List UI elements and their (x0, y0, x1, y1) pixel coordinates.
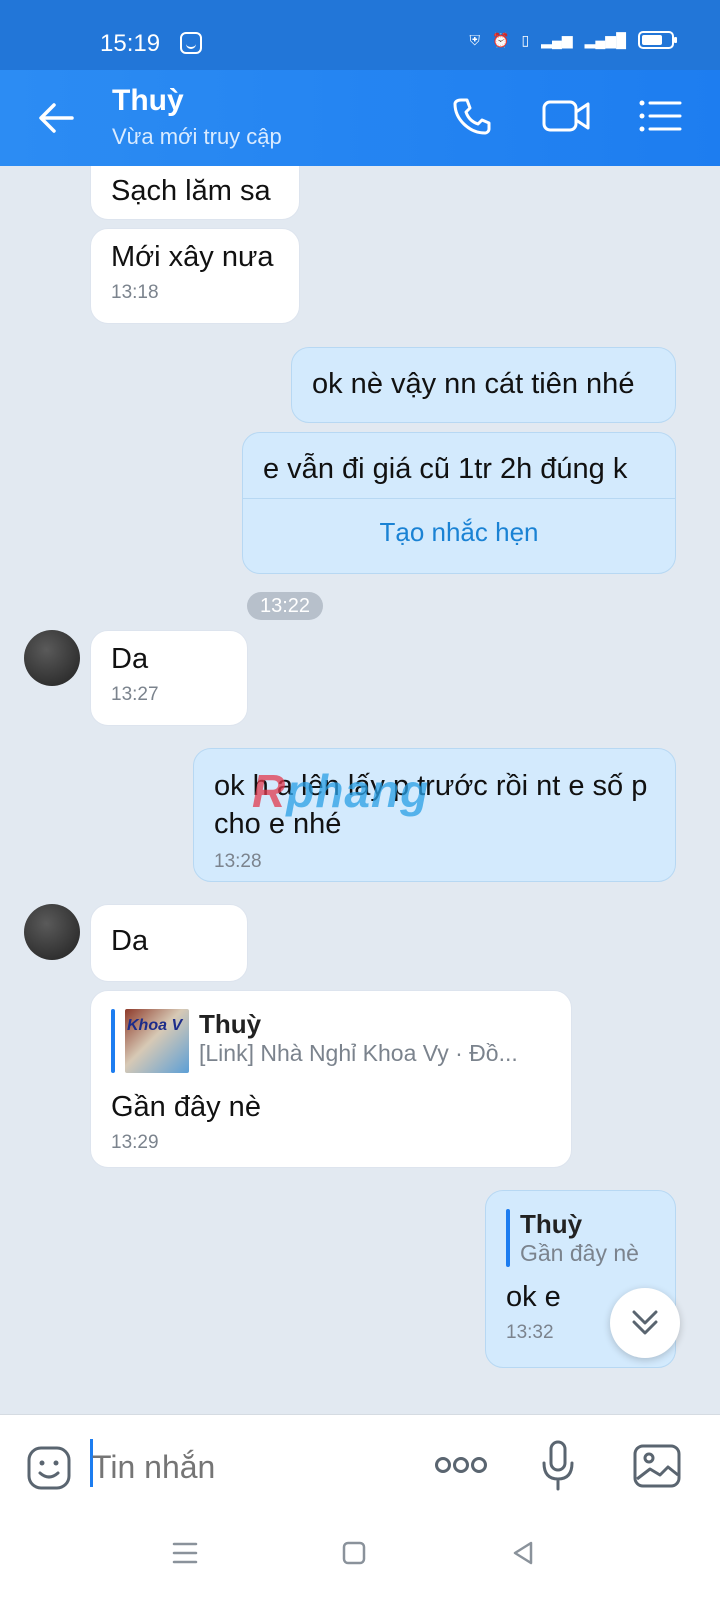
watermark-part: phang (286, 765, 430, 817)
message-incoming[interactable]: Da 13:27 (90, 630, 248, 726)
emoji-status-icon (180, 32, 202, 54)
vpn-icon: ⛨ (469, 32, 481, 48)
scroll-to-bottom-button[interactable] (610, 1288, 680, 1358)
message-incoming[interactable]: Da (90, 904, 248, 982)
gallery-image-icon[interactable] (632, 1443, 682, 1489)
quoted-message[interactable]: Khoa V Thuỳ [Link] Nhà Nghỉ Khoa Vy · Đồ… (111, 1009, 551, 1073)
quote-bar (111, 1009, 115, 1073)
message-time: 13:28 (214, 851, 262, 872)
back-arrow-icon[interactable] (36, 100, 76, 136)
home-icon[interactable] (341, 1540, 367, 1566)
message-incoming[interactable]: Sạch lăm sa (90, 166, 300, 220)
time-separator: 13:22 (247, 592, 323, 620)
quote-sender: Thuỳ (520, 1209, 583, 1239)
menu-list-icon[interactable] (638, 96, 682, 136)
status-icons: ⛨ ⏰ ▯ ▂▄▆ ▂▄▆█ (469, 31, 677, 49)
quote-text: [Link] Nhà Nghỉ Khoa Vy · Đồ... (199, 1040, 518, 1066)
status-time: 15:19 (100, 30, 161, 57)
avatar[interactable] (24, 630, 80, 686)
contact-status: Vừa mới truy cập (112, 124, 282, 149)
link-thumbnail: Khoa V (125, 1009, 189, 1073)
quote-sender: Thuỳ (199, 1009, 262, 1039)
quote-text: Gần đây nè (520, 1240, 639, 1266)
message-time: 13:29 (111, 1132, 159, 1153)
contact-name[interactable]: Thuỳ (112, 84, 184, 118)
quoted-message[interactable]: Thuỳ Gần đây nè (506, 1209, 655, 1267)
more-options-icon[interactable] (434, 1455, 488, 1475)
double-chevron-down-icon (632, 1310, 658, 1335)
watermark-part: R (252, 765, 287, 817)
system-nav-bar (0, 1518, 720, 1600)
message-incoming-reply[interactable]: Khoa V Thuỳ [Link] Nhà Nghỉ Khoa Vy · Đồ… (90, 990, 572, 1168)
message-time: 13:27 (111, 684, 159, 705)
message-text: e vẫn đi giá cũ 1tr 2h đúng k (263, 453, 628, 485)
message-list[interactable]: Sạch lăm sa Mới xây nưa 13:18 ok nè vậy … (0, 166, 720, 1414)
phone-call-icon[interactable] (452, 96, 492, 136)
avatar[interactable] (24, 904, 80, 960)
create-reminder-button[interactable]: Tạo nhắc hẹn (243, 498, 675, 548)
message-text: Da (111, 925, 149, 957)
message-outgoing[interactable]: e vẫn đi giá cũ 1tr 2h đúng k Tạo nhắc h… (242, 432, 676, 574)
recent-apps-icon[interactable] (172, 1540, 198, 1566)
message-composer (0, 1414, 720, 1519)
message-input[interactable] (92, 1445, 412, 1489)
vibrate-icon: ▯ (521, 32, 530, 48)
message-text: Da (111, 643, 149, 675)
message-text: Mới xây nưa (111, 241, 274, 273)
message-time: 13:18 (111, 282, 159, 303)
video-call-icon[interactable] (542, 96, 592, 136)
battery-icon (638, 31, 677, 49)
back-nav-icon[interactable] (510, 1540, 536, 1566)
alarm-icon: ⏰ (492, 32, 510, 48)
message-incoming[interactable]: Mới xây nưa 13:18 (90, 228, 300, 324)
signal-icon: ▂▄▆█ (584, 32, 626, 48)
thumb-text: Khoa V (127, 1017, 183, 1034)
status-bar: 15:19 ⛨ ⏰ ▯ ▂▄▆ ▂▄▆█ (0, 0, 720, 70)
message-text: Sạch lăm sa (111, 175, 271, 207)
message-text: ok nè vậy nn cát tiên nhé (312, 368, 635, 400)
microphone-icon[interactable] (540, 1439, 576, 1493)
quote-bar (506, 1209, 510, 1267)
message-outgoing[interactable]: ok nè vậy nn cát tiên nhé (291, 347, 676, 423)
chat-header: Thuỳ Vừa mới truy cập (0, 70, 720, 166)
4g-signal-icon: ▂▄▆ (541, 32, 573, 48)
message-text: Gần đây nè (111, 1091, 261, 1123)
watermark: Rphang (252, 764, 429, 818)
sticker-emoji-icon[interactable] (26, 1445, 72, 1491)
